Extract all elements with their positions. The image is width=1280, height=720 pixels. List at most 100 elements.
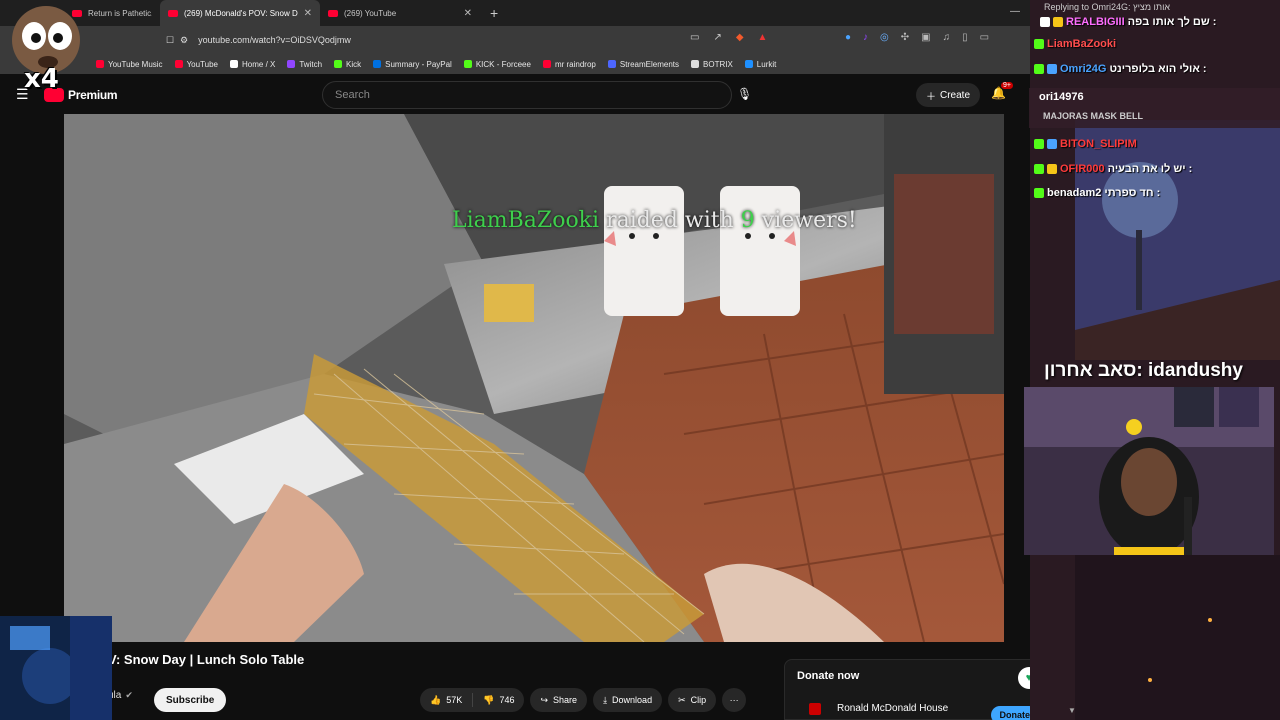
subscribe-button[interactable]: Subscribe xyxy=(154,688,227,712)
dislike-button[interactable]: 👎 746 xyxy=(473,688,524,712)
share-icon[interactable]: ↗ xyxy=(713,32,721,43)
bookmark-star-icon[interactable]: ☐ xyxy=(166,35,174,46)
streamelements-icon xyxy=(607,60,616,68)
sub-badge-icon xyxy=(1047,64,1057,74)
cast-icon[interactable]: ▭ xyxy=(690,32,699,43)
bookmark-mr-raindrop[interactable]: mr raindrop xyxy=(537,60,602,69)
sidebar-icon[interactable]: ▯ xyxy=(962,32,968,43)
wallet-icon[interactable]: ▭ xyxy=(980,32,989,43)
bookmarks-bar: YouTube Music YouTube Home / X Twitch Ki… xyxy=(0,54,1030,74)
video-actions: 👍 57K 👎 746 ↪ Share ⤓ Download ✂ Clip ··… xyxy=(420,688,747,712)
paypal-icon xyxy=(373,60,382,68)
chat-username[interactable]: REALBIGIII xyxy=(1066,16,1125,28)
browser-tab-active[interactable]: (269) McDonald's POV: Snow Da ✕ xyxy=(160,0,320,26)
kick-badge-icon xyxy=(1034,139,1044,149)
tab-title: Return is Pathetic. - Yo xyxy=(88,8,152,18)
streamer-webcam-image xyxy=(1024,387,1274,555)
kick-badge-icon xyxy=(1034,188,1044,198)
puzzle-icon[interactable]: ✣ xyxy=(901,32,909,43)
bookmark-botrix[interactable]: BOTRIX xyxy=(685,60,739,69)
scroll-down-icon[interactable]: ▼ xyxy=(1068,706,1076,715)
bookmark-lurkit[interactable]: Lurkit xyxy=(739,60,783,69)
chat-message: BITON_SLIPIM xyxy=(1034,138,1137,150)
youtube-music-icon xyxy=(96,60,104,68)
brave-shield-icon[interactable]: ◆ xyxy=(736,32,744,43)
chat-message: OFIR000 יש לו את הבעיה : xyxy=(1034,163,1192,175)
close-tab-icon[interactable]: ✕ xyxy=(304,8,312,19)
create-button[interactable]: ＋ Create xyxy=(916,83,981,107)
site-info-icon[interactable]: ⚙ xyxy=(180,35,188,46)
more-actions-button[interactable]: ··· xyxy=(722,688,747,712)
chat-text: שם לך אותו בפה : xyxy=(1127,16,1217,28)
url-text: youtube.com/watch?v=OiDSVQodjmw xyxy=(198,35,351,45)
extension-icon[interactable]: ♪ xyxy=(863,32,868,43)
reward-redeem: ori14976 MAJORAS MASK BELL xyxy=(1029,88,1280,128)
sub-badge-icon xyxy=(1047,164,1057,174)
youtube-header: ☰ Premium Search 🎙 ＋ Create 🔔 9+ xyxy=(0,76,1030,114)
sub-badge-icon xyxy=(1047,139,1057,149)
notification-count-badge: 9+ xyxy=(1001,82,1013,89)
raid-end: viewers! xyxy=(754,208,857,233)
bookmark-kick[interactable]: Kick xyxy=(328,60,367,69)
video-title: V: Snow Day | Lunch Solo Table xyxy=(108,652,305,667)
address-actions: ▭ ↗ ◆ ▲ xyxy=(690,32,767,43)
raid-mid: raided with xyxy=(599,208,741,233)
youtube-icon xyxy=(174,60,183,68)
donate-header: Donate now xyxy=(797,670,860,682)
download-button[interactable]: ⤓ Download xyxy=(593,688,663,712)
music-icon[interactable]: ♫ xyxy=(943,32,951,43)
redeem-reward: MAJORAS MASK BELL xyxy=(1043,111,1144,121)
bookmark-youtube[interactable]: YouTube xyxy=(169,60,224,69)
like-button[interactable]: 👍 57K xyxy=(420,688,472,712)
youtube-icon xyxy=(542,60,551,68)
notifications-bell-icon[interactable]: 🔔 9+ xyxy=(991,82,1013,100)
chat-username[interactable]: LiamBaZooki xyxy=(1047,38,1116,50)
verified-check-icon: ✔ xyxy=(125,690,133,700)
extension-icon[interactable]: ● xyxy=(845,32,851,43)
share-button[interactable]: ↪ Share xyxy=(530,688,588,712)
chat-username[interactable]: OFIR000 xyxy=(1060,163,1105,175)
bookmark-streamelements[interactable]: StreamElements xyxy=(602,60,685,69)
chat-username[interactable]: BITON_SLIPIM xyxy=(1060,138,1137,150)
rewards-icon[interactable]: ▲ xyxy=(758,32,768,43)
plus-icon: ＋ xyxy=(926,91,936,103)
raid-name: LiamBaZooki xyxy=(452,208,600,233)
raid-count: 9 xyxy=(740,208,755,233)
bookmark-x[interactable]: Home / X xyxy=(224,60,281,69)
browser-tab[interactable]: (269) YouTube ✕ xyxy=(320,0,480,26)
extensions-bar: ● ♪ ◎ ✣ ▣ ♫ ▯ ▭ xyxy=(845,32,989,43)
chat-text: יש לו את הבעיה : xyxy=(1107,163,1193,175)
bookmark-youtube-music[interactable]: YouTube Music xyxy=(90,60,169,69)
kick-badge-icon xyxy=(1034,164,1044,174)
redeem-user[interactable]: ori14976 xyxy=(1039,91,1084,103)
bookmark-kick-forceee[interactable]: KICK - Forceee xyxy=(458,60,537,69)
download-icon: ⤓ xyxy=(603,694,608,705)
download-label: Download xyxy=(612,695,653,705)
extension-icon[interactable]: ◎ xyxy=(880,32,889,43)
twitch-icon xyxy=(287,60,296,68)
chat-text: אולי הוא בלופרינט : xyxy=(1109,63,1207,75)
kick-icon xyxy=(334,60,343,68)
close-tab-icon[interactable]: ✕ xyxy=(464,8,472,19)
chat-username[interactable]: Omri24G xyxy=(1060,63,1106,75)
new-tab-button[interactable]: + xyxy=(480,5,508,21)
emote-multiplier: x4 xyxy=(24,64,59,94)
chat-message: benadam2 חד ספרתי : xyxy=(1034,187,1160,199)
kick-badge-icon xyxy=(1034,39,1044,49)
minimize-icon[interactable]: — xyxy=(1010,6,1020,17)
video-player[interactable]: LiamBaZooki raided with 9 viewers! xyxy=(64,114,1004,642)
browser-tab-bar: Return is Pathetic. - Yo (269) McDonald'… xyxy=(0,0,1030,26)
raid-alert: LiamBaZooki raided with 9 viewers! xyxy=(452,208,857,233)
clip-button[interactable]: ✂ Clip xyxy=(668,688,717,712)
bookmark-paypal[interactable]: Summary - PayPal xyxy=(367,60,458,69)
chat-username[interactable]: benadam2 xyxy=(1047,187,1101,199)
search-input[interactable]: Search xyxy=(322,81,732,109)
bookmark-twitch[interactable]: Twitch xyxy=(281,60,328,69)
chat-message: LiamBaZooki xyxy=(1034,38,1116,50)
secondary-webcam xyxy=(0,616,112,720)
extension-icon[interactable]: ▣ xyxy=(921,32,930,43)
thumbs-up-icon: 👍 xyxy=(430,694,442,705)
tab-title: (269) YouTube xyxy=(344,8,397,18)
microphone-icon[interactable]: 🎙 xyxy=(737,87,752,103)
thumbs-down-icon: 👎 xyxy=(483,694,495,705)
